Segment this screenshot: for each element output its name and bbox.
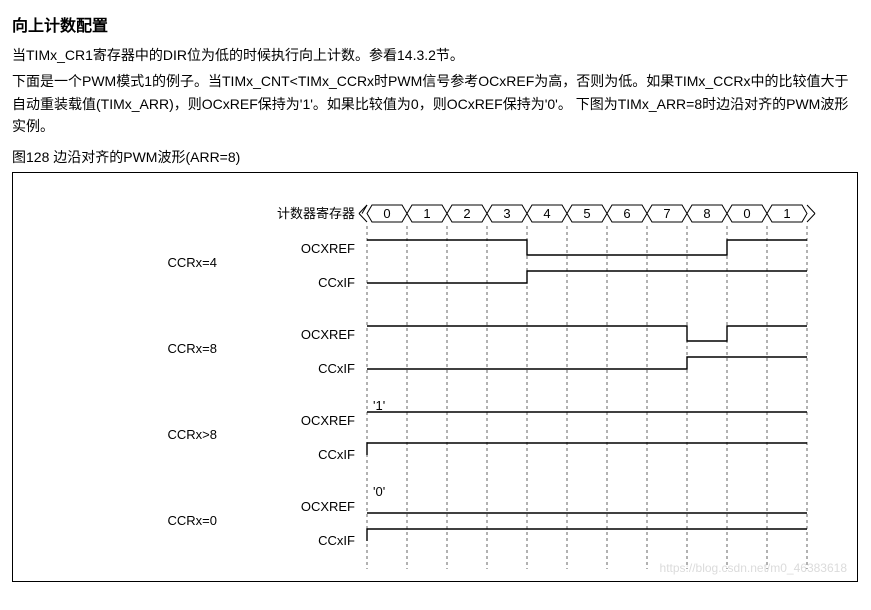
counter-value: 0 [383,206,390,221]
counter-value: 3 [503,206,510,221]
ccxif-label: CCxIF [318,361,355,376]
counter-label: 计数器寄存器 [277,206,355,221]
ocxref-waveform [367,240,807,255]
counter-value: 0 [743,206,750,221]
counter-value: 1 [423,206,430,221]
group-label: CCRx=4 [168,255,218,270]
watermark: https://blog.csdn.net/m0_46383618 [660,561,847,575]
paragraph-1: 当TIMx_CR1寄存器中的DIR位为低的时候执行向上计数。参看14.3.2节。 [12,44,859,66]
counter-value: 4 [543,206,550,221]
counter-value: 8 [703,206,710,221]
group-label: CCRx>8 [168,427,218,442]
timing-diagram: 计数器寄存器 0 1 2 3 4 5 6 7 8 0 1 CCRx=4 OCXREF CCxIF CCRx=8… [12,172,858,582]
counter-value: 2 [463,206,470,221]
ocxref-label: OCXREF [301,241,355,256]
ccxif-waveform [367,529,807,541]
ocxref-label: OCXREF [301,499,355,514]
section-title: 向上计数配置 [12,12,859,36]
counter-value: 1 [783,206,790,221]
ccxif-waveform [367,271,807,283]
counter-value: 7 [663,206,670,221]
ccxif-waveform [367,357,807,369]
ocxref-annot: '1' [373,398,385,413]
ocxref-annot: '0' [373,484,385,499]
ocxref-label: OCXREF [301,327,355,342]
ccxif-label: CCxIF [318,533,355,548]
ocxref-waveform [367,326,807,341]
paragraph-2: 下面是一个PWM模式1的例子。当TIMx_CNT<TIMx_CCRx时PWM信号… [12,70,859,137]
figure-caption: 图128 边沿对齐的PWM波形(ARR=8) [12,146,859,168]
ccxif-label: CCxIF [318,275,355,290]
counter-value: 6 [623,206,630,221]
group-label: CCRx=8 [168,341,218,356]
group-label: CCRx=0 [168,513,218,528]
counter-value: 5 [583,206,590,221]
ccxif-waveform [367,443,807,455]
ocxref-label: OCXREF [301,413,355,428]
ccxif-label: CCxIF [318,447,355,462]
